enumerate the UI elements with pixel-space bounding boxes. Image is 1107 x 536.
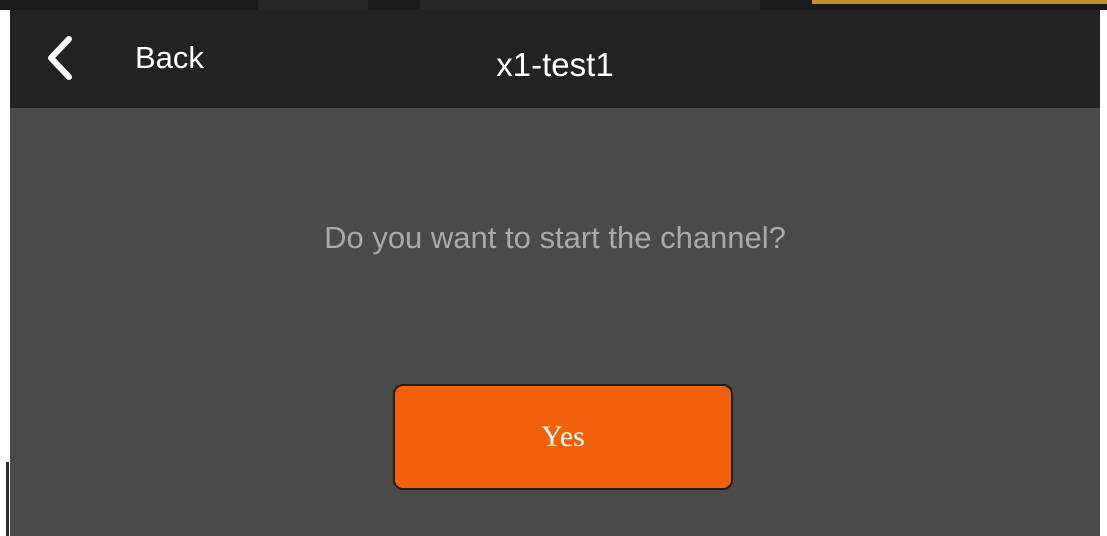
window-top-strip bbox=[0, 0, 1107, 10]
top-strip-segment bbox=[258, 0, 368, 10]
confirmation-prompt: Do you want to start the channel? bbox=[324, 220, 786, 255]
back-label[interactable]: Back bbox=[135, 40, 204, 76]
top-strip-segment bbox=[420, 0, 760, 10]
left-edge bbox=[0, 10, 10, 536]
back-button[interactable]: Back bbox=[40, 28, 204, 88]
yes-button[interactable]: Yes bbox=[393, 384, 733, 490]
left-edge-mark bbox=[6, 462, 9, 536]
app-screen: Back x1-test1 Do you want to start the c… bbox=[10, 10, 1100, 536]
top-strip-accent bbox=[812, 0, 1107, 4]
chevron-left-icon[interactable] bbox=[40, 33, 80, 83]
header-bar: Back x1-test1 bbox=[10, 10, 1100, 108]
